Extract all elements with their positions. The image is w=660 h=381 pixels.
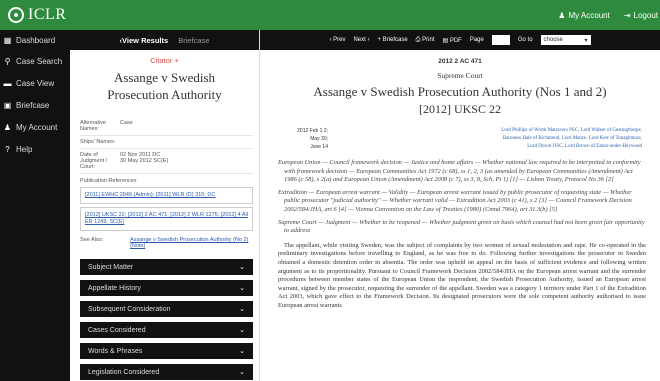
briefcase-icon: ▣ xyxy=(3,100,12,110)
goto-select[interactable]: choose ▾ xyxy=(540,35,591,45)
case-details-header: ‹View Results Briefcase xyxy=(70,30,259,50)
accordion-appellate-history[interactable]: Appellate History ⌄ xyxy=(80,280,253,296)
chevron-down-icon: ⌄ xyxy=(239,306,245,313)
meta-row: Ships' Names: xyxy=(80,136,253,149)
logout-icon: ⇥ xyxy=(623,10,631,20)
headnote-paragraph: The appellant, while visiting Sweden, wa… xyxy=(278,241,646,309)
report-panel: ‹ Prev Next › + Briefcase ⎙ Print ▤ PDF … xyxy=(260,30,660,381)
next-button[interactable]: Next › xyxy=(353,37,369,43)
catchword-paragraph: European Union — Council framework decis… xyxy=(278,159,641,184)
grid-icon: ▦ xyxy=(3,35,12,45)
briefcase-button[interactable]: Briefcase xyxy=(178,36,209,45)
judges-list: Lord Phillips of Worth Matravers PSC, Lo… xyxy=(501,128,642,149)
left-navigation: ▦ Dashboard ⚲ Case Search ▬ Case View ▣ … xyxy=(0,30,70,381)
meta-row: Date of Judgment / Court: 02 Nov 2011 DC… xyxy=(80,149,253,174)
user-icon: ♟ xyxy=(558,10,566,20)
nav-help[interactable]: ? Help xyxy=(0,138,70,160)
report-title: Assange v Swedish Prosecution Authority … xyxy=(313,84,607,99)
see-also-link[interactable]: Assange v Swedish Prosecution Authority … xyxy=(130,237,253,249)
see-also: See Also: Assange v Swedish Prosecution … xyxy=(80,237,253,249)
nav-briefcase[interactable]: ▣ Briefcase xyxy=(0,94,70,116)
nav-case-search[interactable]: ⚲ Case Search xyxy=(0,50,70,72)
prev-button[interactable]: ‹ Prev xyxy=(329,37,345,43)
view-results-button[interactable]: ‹View Results xyxy=(120,36,169,45)
chevron-down-icon: ⌄ xyxy=(239,264,245,271)
pdf-button[interactable]: ▤ PDF xyxy=(443,37,462,44)
hearing-dates: 2012 Feb 1 2; May 30; June 14 xyxy=(297,128,328,150)
page-label: Page xyxy=(469,37,484,43)
accordion-subject-matter[interactable]: Subject Matter ⌄ xyxy=(80,259,253,275)
print-icon: ⎙ xyxy=(415,36,421,43)
pubref-link[interactable]: [2011] EWHC 2849 (Admin); [2011] WLR (D)… xyxy=(85,192,215,198)
catchwords: European Union — Council framework decis… xyxy=(278,159,646,236)
nav-my-account[interactable]: ♟ My Account xyxy=(0,116,70,138)
court-name: Supreme Court xyxy=(437,71,483,80)
accordion-legislation-considered[interactable]: Legislation Considered ⌄ xyxy=(80,364,253,380)
search-icon: ⚲ xyxy=(4,56,11,66)
top-bar: ICLR ♟ My Account ⇥ Logout xyxy=(0,0,660,30)
chevron-down-icon: ⌄ xyxy=(239,327,245,334)
book-icon: ▬ xyxy=(3,78,12,88)
logout-link[interactable]: ⇥ Logout xyxy=(624,11,658,20)
accordion-subsequent-consideration[interactable]: Subsequent Consideration ⌄ xyxy=(80,301,253,317)
accordion-words-phrases[interactable]: Words & Phrases ⌄ xyxy=(80,343,253,359)
case-details-panel: ‹View Results Briefcase Citator + Assang… xyxy=(70,30,260,381)
neutral-citation: [2012] UKSC 22 xyxy=(418,102,501,116)
case-accordion: Subject Matter ⌄ Appellate History ⌄ Sub… xyxy=(80,259,253,380)
caret-down-icon: ▾ xyxy=(584,37,588,44)
page-input[interactable] xyxy=(491,35,510,45)
user-icon: ♟ xyxy=(3,122,12,132)
help-icon: ? xyxy=(5,144,10,154)
publication-references: Publication References [2011] EWHC 2849 … xyxy=(80,178,253,231)
meta-row: Alternative Names: Case xyxy=(80,117,253,136)
chevron-down-icon: ⌄ xyxy=(239,369,245,376)
catchword-paragraph: Supreme Court — Judgment — Whether to be… xyxy=(278,218,645,235)
pubref-box: [2011] EWHC 2849 (Admin); [2011] WLR (D)… xyxy=(80,187,253,204)
catchword-paragraph: Extradition — European arrest warrant — … xyxy=(278,188,632,213)
nav-case-view[interactable]: ▬ Case View xyxy=(0,72,70,94)
my-account-link[interactable]: ♟ My Account xyxy=(558,11,610,20)
goto-label: Go to xyxy=(517,37,533,43)
iclr-logo[interactable]: ICLR xyxy=(0,6,66,24)
crest-icon xyxy=(8,7,24,23)
report-citation: 2012 2 AC 471 xyxy=(438,58,482,65)
add-briefcase-button[interactable]: + Briefcase xyxy=(377,37,407,43)
chevron-down-icon: ⌄ xyxy=(239,285,245,292)
case-title: Assange v Swedish Prosecution Authority xyxy=(107,70,222,102)
accordion-cases-considered[interactable]: Cases Considered ⌄ xyxy=(80,322,253,338)
pubref-box: [2012] UKSC 22; [2012] 2 AC 471; [2012] … xyxy=(80,207,253,231)
nav-dashboard[interactable]: ▦ Dashboard xyxy=(0,30,70,50)
case-metadata: Alternative Names: Case Ships' Names: Da… xyxy=(80,117,253,174)
print-button[interactable]: ⎙ Print xyxy=(416,37,435,44)
pubref-link[interactable]: [2012] UKSC 22; [2012] 2 AC 471; [2012] … xyxy=(85,212,248,225)
hearing-details: 2012 Feb 1 2; May 30; June 14 Lord Phill… xyxy=(260,127,660,151)
pdf-icon: ▤ xyxy=(442,37,449,44)
chevron-down-icon: ⌄ xyxy=(239,348,245,355)
report-toolbar: ‹ Prev Next › + Briefcase ⎙ Print ▤ PDF … xyxy=(260,30,660,50)
brand-name: ICLR xyxy=(28,6,67,23)
citator-link[interactable]: Citator + xyxy=(70,56,259,65)
